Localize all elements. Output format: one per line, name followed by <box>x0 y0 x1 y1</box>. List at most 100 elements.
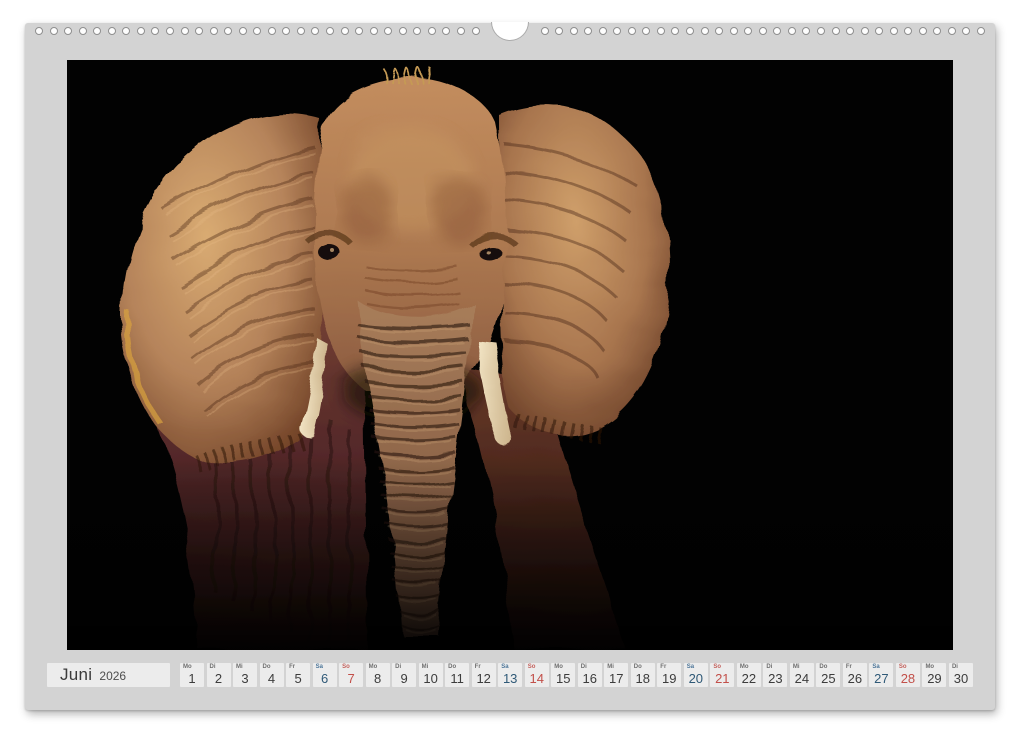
binding-hole <box>730 27 738 35</box>
binding-hole <box>413 27 421 35</box>
elephant-photo <box>67 60 953 650</box>
binding-hole <box>224 27 232 35</box>
weekday-abbr: Mi <box>607 664 614 670</box>
weekday-abbr: Sa <box>687 664 694 670</box>
binding-hole <box>846 27 854 35</box>
binding-hole <box>584 27 592 35</box>
binding-hole <box>759 27 767 35</box>
weekday-abbr: Mi <box>422 664 429 670</box>
day-number: 2 <box>207 672 231 685</box>
day-number: 22 <box>737 672 761 685</box>
binding-hole <box>399 27 407 35</box>
binding-hole <box>195 27 203 35</box>
calendar-day-cell: Mo29 <box>922 663 946 687</box>
day-number: 11 <box>445 672 469 685</box>
weekday-abbr: So <box>528 664 536 670</box>
weekday-abbr: Do <box>448 664 456 670</box>
binding-hole <box>817 27 825 35</box>
calendar-day-cell: Sa13 <box>498 663 522 687</box>
calendar-day-cell: Mo8 <box>366 663 390 687</box>
month-name: Juni <box>60 665 92 685</box>
binding-hole <box>628 27 636 35</box>
binding-hole <box>181 27 189 35</box>
day-number: 12 <box>472 672 496 685</box>
day-number: 4 <box>260 672 284 685</box>
weekday-abbr: Mo <box>369 664 378 670</box>
day-number: 24 <box>790 672 814 685</box>
weekday-abbr: Mo <box>925 664 934 670</box>
binding-hole <box>297 27 305 35</box>
calendar-day-cell: Mi 24 <box>790 663 814 687</box>
hanger-hole <box>491 22 529 41</box>
weekday-abbr: Di <box>210 664 216 670</box>
day-number: 25 <box>816 672 840 685</box>
day-number: 26 <box>843 672 867 685</box>
day-number: 18 <box>631 672 655 685</box>
weekday-abbr: Mo <box>554 664 563 670</box>
binding-hole <box>555 27 563 35</box>
binding-hole <box>599 27 607 35</box>
weekday-abbr: Sa <box>316 664 323 670</box>
day-number: 28 <box>896 672 920 685</box>
binding-hole <box>948 27 956 35</box>
day-number: 9 <box>392 672 416 685</box>
calendar-day-cell: Fr 19 <box>657 663 681 687</box>
weekday-abbr: So <box>899 664 907 670</box>
binding-hole <box>326 27 334 35</box>
calendar-day-cell: Sa20 <box>684 663 708 687</box>
binding-hole <box>341 27 349 35</box>
day-number: 5 <box>286 672 310 685</box>
calendar-day-cell: Mi 17 <box>604 663 628 687</box>
calendar-day-cell: Fr12 <box>472 663 496 687</box>
binding-hole <box>210 27 218 35</box>
weekday-abbr: Mo <box>183 664 192 670</box>
binding-hole <box>570 27 578 35</box>
weekday-abbr: Mi <box>793 664 800 670</box>
weekday-abbr: Di <box>581 664 587 670</box>
calendar-day-cell: Sa6 <box>313 663 337 687</box>
calendar-day-cell: Mo15 <box>551 663 575 687</box>
day-number: 23 <box>763 672 787 685</box>
year-label: 2026 <box>99 669 126 683</box>
calendar-day-cell: Fr 5 <box>286 663 310 687</box>
binding-hole <box>875 27 883 35</box>
right-eye <box>479 245 501 261</box>
binding-hole <box>93 27 101 35</box>
binding-hole <box>642 27 650 35</box>
calendar-day-cell: Do 25 <box>816 663 840 687</box>
weekday-abbr: Mo <box>740 664 749 670</box>
binding-hole <box>108 27 116 35</box>
day-number: 21 <box>710 672 734 685</box>
day-number: 1 <box>180 672 204 685</box>
calendar-day-cell: So14 <box>525 663 549 687</box>
binding-hole <box>122 27 130 35</box>
calendar-day-cell: So 28 <box>896 663 920 687</box>
day-number: 30 <box>949 672 973 685</box>
calendar-day-cell: Fr26 <box>843 663 867 687</box>
weekday-abbr: Fr <box>660 664 666 670</box>
binding-hole <box>355 27 363 35</box>
day-number: 16 <box>578 672 602 685</box>
binding-hole <box>35 27 43 35</box>
day-number: 19 <box>657 672 681 685</box>
calendar-day-cell: Mi3 <box>233 663 257 687</box>
binding-hole <box>541 27 549 35</box>
elephant-illustration <box>67 60 953 650</box>
day-number: 17 <box>604 672 628 685</box>
binding-hole <box>657 27 665 35</box>
binding-hole <box>311 27 319 35</box>
calendar-day-cell: Sa27 <box>869 663 893 687</box>
calendar-day-cell: Do 18 <box>631 663 655 687</box>
binding-hole <box>671 27 679 35</box>
binding-hole <box>686 27 694 35</box>
weekday-abbr: Do <box>819 664 827 670</box>
bottom-vignette <box>67 460 953 650</box>
binding-hole <box>239 27 247 35</box>
weekday-abbr: Fr <box>289 664 295 670</box>
calendar-day-cell: Di23 <box>763 663 787 687</box>
binding-hole <box>64 27 72 35</box>
weekday-abbr: Do <box>634 664 642 670</box>
calendar-day-cell: Di9 <box>392 663 416 687</box>
binding-hole <box>457 27 465 35</box>
binding-hole <box>904 27 912 35</box>
